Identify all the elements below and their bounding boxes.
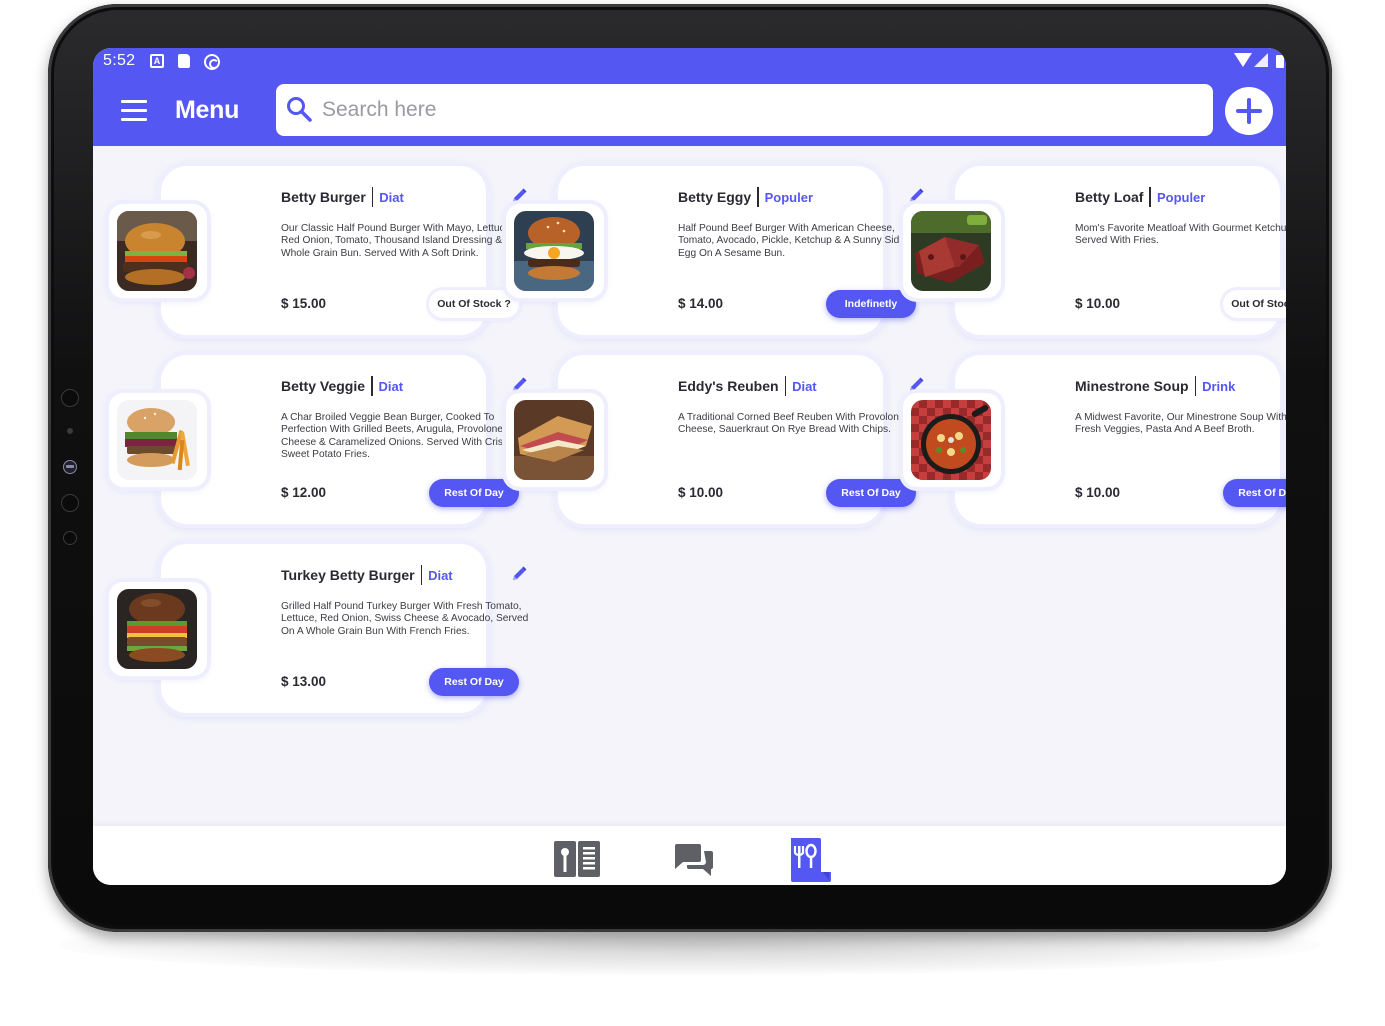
item-price: $ 15.00 [281,296,327,311]
item-category-tag: Diat [792,378,817,394]
item-price: $ 12.00 [281,485,327,500]
reuben-image [514,400,594,480]
item-title-row: Betty Eggy Populer [678,186,813,208]
title-divider [371,376,373,396]
item-name: Eddy's Reuben [678,378,779,394]
item-description: Half Pound Beef Burger With American Che… [678,223,921,259]
item-price: $ 14.00 [678,296,724,311]
card-body: Betty Veggie Diat A Char Broiled Veggie Be… [161,355,527,524]
item-price: $ 10.00 [678,485,724,500]
title-divider [371,187,374,207]
item-image-frame [903,204,1001,298]
item-category-tag: Drink [1202,378,1236,394]
availability-button[interactable]: Rest Of Day [429,668,519,696]
menu-item-card[interactable]: Eddy's Reuben Diat A Traditional Corned Be… [500,355,924,528]
item-title-row: Betty Burger Diat [281,186,404,208]
egg-burger-image [514,211,594,291]
item-name: Betty Burger [281,189,366,205]
camera-dot [67,428,73,434]
item-description: A Midwest Favorite, Our Minestrone Soup … [1075,412,1286,436]
search-icon [287,97,312,122]
menu-item-card[interactable]: Betty Burger Diat Our Classic Half Pound B… [103,166,527,339]
search-bar [276,84,1213,136]
search-input[interactable] [322,92,1192,128]
item-image-frame [109,204,207,298]
card-body: Betty Burger Diat Our Classic Half Pound B… [161,166,527,335]
item-title-row: Minestrone Soup Drink [1075,375,1235,397]
item-title-row: Betty Loaf Populer [1075,186,1205,208]
restaurant-menu-icon[interactable] [789,836,835,884]
item-price: $ 10.00 [1075,296,1121,311]
title-divider [757,187,759,207]
screen: 5:52 A Menu Betty Burger Diat Our Classic … [93,48,1286,885]
item-image-frame [903,393,1001,487]
title-divider [784,376,787,396]
availability-button[interactable]: Out Of Stock ? [1223,290,1286,318]
item-title-row: Eddy's Reuben Diat [678,375,817,397]
camera-lens [61,389,79,407]
title-divider [1149,187,1151,207]
menu-item-card[interactable]: Minestrone Soup Drink A Midwest Favorite, … [897,355,1286,528]
item-image-frame [506,393,604,487]
card-body: Minestrone Soup Drink A Midwest Favorite, … [955,355,1286,524]
battery-icon [1276,55,1284,68]
item-name: Betty Loaf [1075,189,1144,205]
item-category-tag: Diat [428,567,453,583]
a-icon: A [150,54,164,68]
title-divider [1194,376,1197,396]
item-title-row: Turkey Betty Burger Diat [281,564,453,586]
item-name: Minestrone Soup [1075,378,1189,394]
status-bar: 5:52 A [93,48,1286,78]
card-body: Betty Loaf Populer Mom's Favorite Meatloaf… [955,166,1286,335]
item-image-frame [506,204,604,298]
card-body: Turkey Betty Burger Diat Grilled Half Poun… [161,544,528,713]
signal-icon [1254,53,1268,67]
menu-item-card[interactable]: Turkey Betty Burger Diat Grilled Half Poun… [103,544,528,717]
item-price: $ 10.00 [1075,485,1121,500]
wifi-icon [1234,53,1252,67]
item-category-tag: Diat [379,189,404,205]
meatloaf-image [911,211,991,291]
chat-icon[interactable] [673,842,715,878]
menu-item-card[interactable]: Betty Eggy Populer Half Pound Beef Burger … [500,166,924,339]
item-description: Mom's Favorite Meatloaf With Gourmet Ket… [1075,223,1286,247]
menu-book-icon[interactable] [553,840,601,878]
availability-button[interactable]: Rest Of Day [1223,479,1286,507]
item-image-frame [109,582,207,676]
sd-card-icon [178,54,190,68]
bottom-nav [93,826,1286,885]
sync-icon [204,54,220,70]
add-item-button[interactable] [1225,87,1273,135]
item-description: Grilled Half Pound Turkey Burger With Fr… [281,601,529,637]
hamburger-menu-icon[interactable] [121,100,147,121]
burger-image [117,211,197,291]
menu-item-card[interactable]: Betty Veggie Diat A Char Broiled Veggie Be… [103,355,527,528]
veggie-burger-image [117,400,197,480]
menu-item-card[interactable]: Betty Loaf Populer Mom's Favorite Meatloaf… [897,166,1286,339]
item-title-row: Betty Veggie Diat [281,375,403,397]
title-divider [420,565,423,585]
card-body: Eddy's Reuben Diat A Traditional Corned Be… [558,355,924,524]
sensor [63,460,77,474]
status-time: 5:52 [103,52,136,69]
card-body: Betty Eggy Populer Half Pound Beef Burger … [558,166,924,335]
item-description: A Char Broiled Veggie Bean Burger, Cooke… [281,412,514,461]
item-price: $ 13.00 [281,674,327,689]
sensor [63,531,77,545]
item-description: A Traditional Corned Beef Reuben With Pr… [678,412,905,436]
turkey-burger-image [117,589,197,669]
item-image-frame [109,393,207,487]
item-category-tag: Diat [378,378,404,394]
item-category-tag: Populer [1156,189,1206,205]
item-description: Our Classic Half Pound Burger With Mayo,… [281,223,514,259]
item-name: Turkey Betty Burger [281,567,415,583]
soup-image [911,400,991,480]
camera-lens [61,494,79,512]
page-title: Menu [175,96,240,124]
item-name: Betty Eggy [678,189,752,205]
item-name: Betty Veggie [281,378,366,394]
app-bar: 5:52 A Menu [93,48,1286,146]
edit-pencil-icon[interactable] [511,566,527,582]
item-category-tag: Populer [764,189,814,205]
